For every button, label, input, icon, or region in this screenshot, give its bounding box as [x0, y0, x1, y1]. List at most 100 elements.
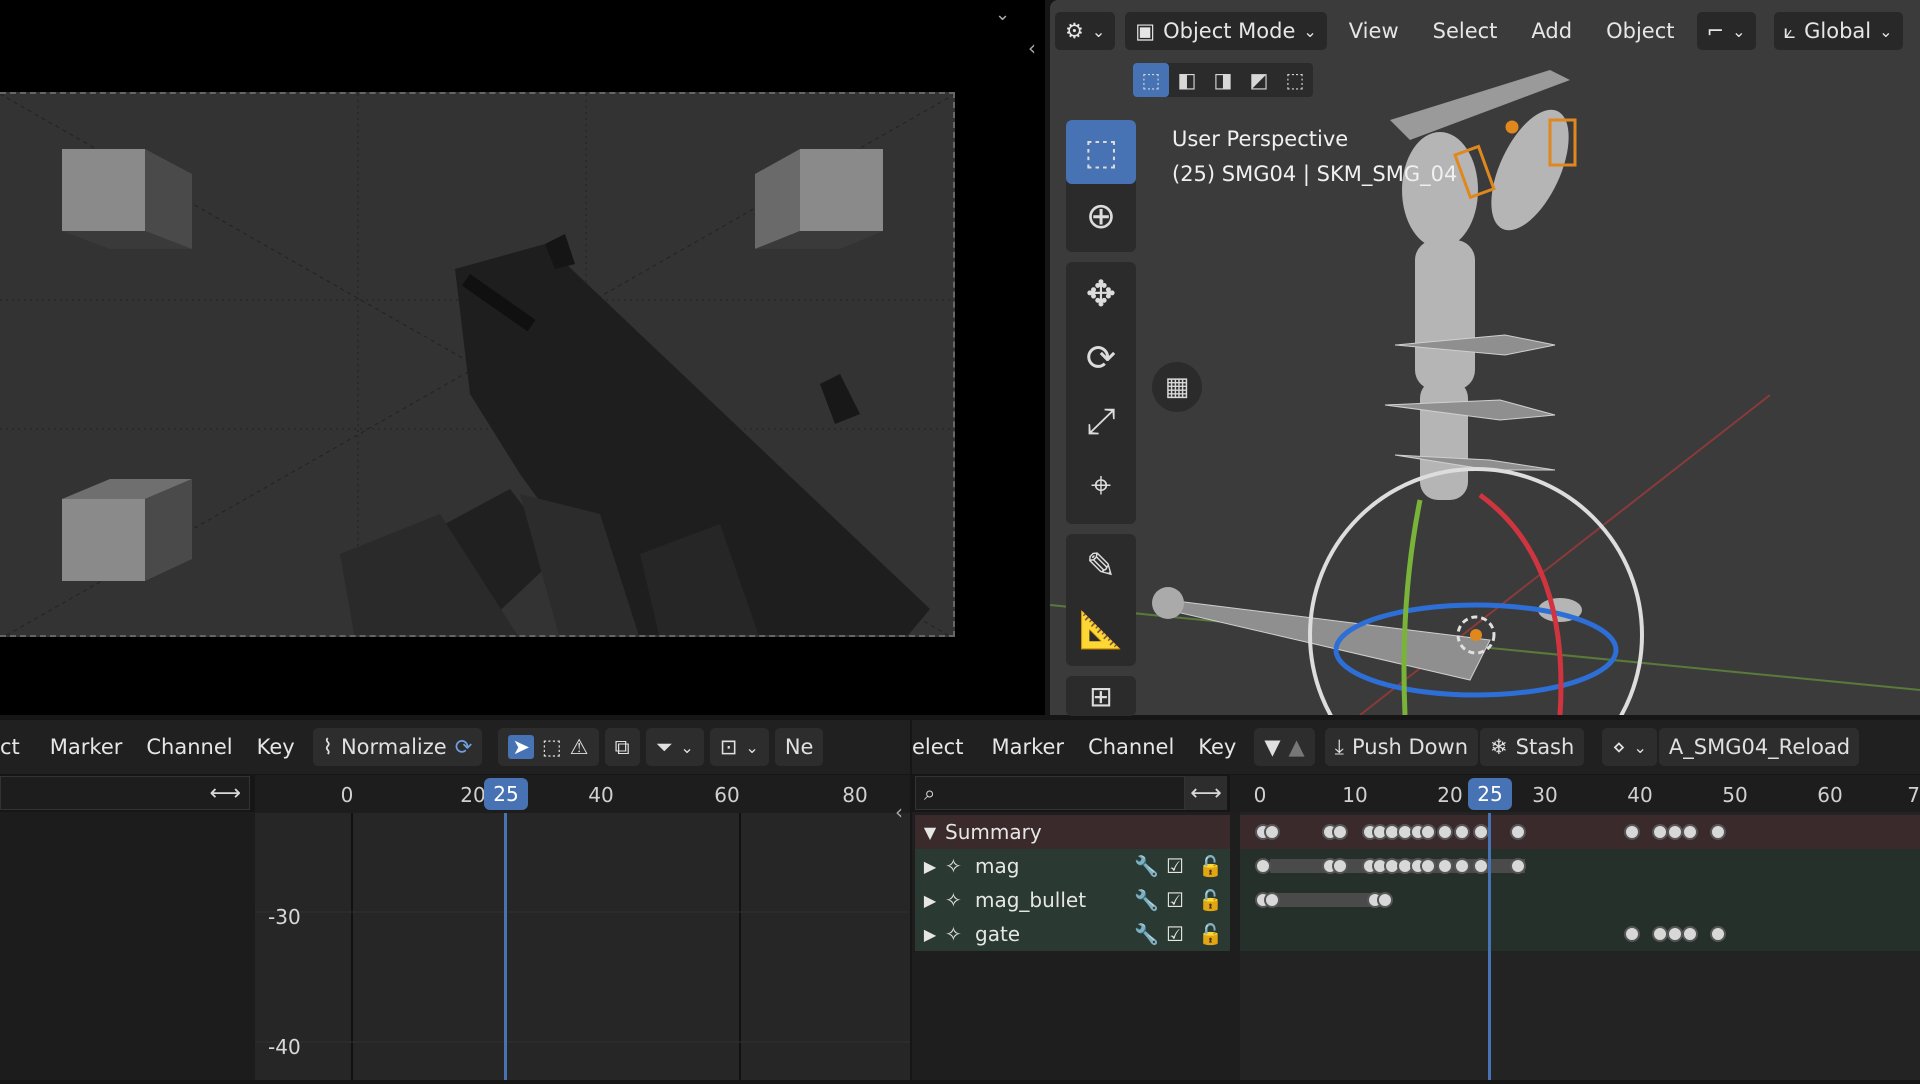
- keyframe[interactable]: [1667, 926, 1683, 942]
- keyframe[interactable]: [1332, 824, 1348, 840]
- keyframe[interactable]: [1264, 892, 1280, 908]
- menu-key[interactable]: Key: [1186, 735, 1248, 759]
- select-box-icon[interactable]: ⬚: [1066, 120, 1136, 184]
- keyframe[interactable]: [1264, 824, 1280, 840]
- object-mode-dropdown[interactable]: ▣ Object Mode ⌄: [1125, 12, 1327, 50]
- expand-right-icon[interactable]: ▶: [915, 925, 945, 944]
- rotate-gizmo[interactable]: [1308, 467, 1644, 715]
- keyframe[interactable]: [1377, 892, 1393, 908]
- current-frame-badge[interactable]: 25: [1468, 778, 1512, 810]
- channel-enabled-checkbox[interactable]: ☑: [1166, 922, 1198, 946]
- menu-add[interactable]: Add: [1519, 19, 1584, 43]
- measure-icon[interactable]: 📐: [1066, 598, 1136, 662]
- unlock-icon[interactable]: 🔓: [1198, 922, 1230, 946]
- dopesheet-playhead[interactable]: [1488, 813, 1491, 1080]
- keyframe[interactable]: [1454, 858, 1470, 874]
- menu-marker[interactable]: Marker: [32, 735, 135, 759]
- collapse-arrow-icon[interactable]: ⌄: [995, 4, 1010, 25]
- keyframe[interactable]: [1332, 858, 1348, 874]
- keyframe[interactable]: [1437, 858, 1453, 874]
- collapse-left-icon[interactable]: ‹: [895, 800, 903, 824]
- expand-right-icon[interactable]: ▶: [915, 891, 945, 910]
- graph-frame-ruler[interactable]: 0 20 40 60 80 25: [255, 775, 910, 813]
- move-icon[interactable]: ✥: [1066, 262, 1136, 326]
- channel-gate[interactable]: ▶ ✧ gate 🔧 ☑ 🔓: [915, 917, 1230, 951]
- keyframe[interactable]: [1473, 824, 1489, 840]
- channel-enabled-checkbox[interactable]: ☑: [1166, 854, 1198, 878]
- action-browse-dropdown[interactable]: ⋄ ⌄: [1602, 728, 1657, 766]
- rotate-icon[interactable]: ⟳: [1066, 326, 1136, 390]
- menu-channel[interactable]: Channel: [1076, 735, 1186, 759]
- cursor-tool-icon[interactable]: ⊕: [1066, 184, 1136, 248]
- layer-up-icon[interactable]: ▲: [1289, 735, 1305, 759]
- keyframe[interactable]: [1667, 824, 1683, 840]
- pivot-dropdown[interactable]: ⊡ ⌄: [709, 728, 769, 766]
- unlock-icon[interactable]: 🔓: [1198, 888, 1230, 912]
- keyframe[interactable]: [1624, 926, 1640, 942]
- action-name-field[interactable]: A_SMG04_Reload: [1658, 728, 1859, 766]
- box-select-icon[interactable]: ⬚: [542, 735, 562, 759]
- keyframe[interactable]: [1652, 926, 1668, 942]
- stash-button[interactable]: ❄ Stash: [1480, 728, 1585, 766]
- expand-right-icon[interactable]: ▶: [915, 857, 945, 876]
- dopesheet-search-input[interactable]: ⌕: [915, 776, 1185, 810]
- refresh-icon[interactable]: ⟳: [455, 735, 473, 759]
- transform-orientation-dropdown[interactable]: ⟀ Global ⌄: [1773, 12, 1903, 50]
- keyframe[interactable]: [1510, 824, 1526, 840]
- scale-icon[interactable]: ⤢: [1066, 390, 1136, 454]
- select-intersect-icon[interactable]: ⬚: [1277, 63, 1313, 97]
- normalize-cut-button[interactable]: Ne: [774, 728, 824, 766]
- graph-area[interactable]: [255, 812, 910, 1080]
- channel-mag[interactable]: ▶ ✧ mag 🔧 ☑ 🔓: [915, 849, 1230, 883]
- keyframe[interactable]: [1454, 824, 1470, 840]
- swap-arrows-icon[interactable]: ⟷: [1185, 776, 1227, 810]
- warning-icon[interactable]: ⚠: [570, 735, 589, 759]
- unlock-icon[interactable]: 🔓: [1198, 854, 1230, 878]
- transform-icon[interactable]: ⌖: [1066, 454, 1136, 518]
- swap-arrows-icon[interactable]: ⟷: [209, 781, 241, 806]
- keyframe[interactable]: [1510, 858, 1526, 874]
- keyframe[interactable]: [1682, 926, 1698, 942]
- editor-type-button[interactable]: ⚙ ⌄: [1055, 12, 1116, 50]
- menu-select-truncated[interactable]: ct: [0, 735, 32, 759]
- keyframe[interactable]: [1710, 926, 1726, 942]
- channel-enabled-checkbox[interactable]: ☑: [1166, 888, 1198, 912]
- viewport-gizmo-toggle-icon[interactable]: ▦: [1152, 362, 1202, 412]
- pose-options-dropdown[interactable]: ⌐ ⌄: [1696, 12, 1756, 50]
- layer-down-icon[interactable]: ▼: [1264, 735, 1280, 759]
- keyframe[interactable]: [1420, 858, 1436, 874]
- menu-select[interactable]: Select: [1421, 19, 1510, 43]
- modifier-wrench-icon[interactable]: 🔧: [1134, 854, 1166, 878]
- push-down-button[interactable]: ⤓ Push Down: [1324, 728, 1479, 766]
- menu-key[interactable]: Key: [245, 735, 307, 759]
- filter-dropdown[interactable]: ⏷ ⌄: [645, 728, 704, 766]
- menu-object[interactable]: Object: [1594, 19, 1686, 43]
- menu-view[interactable]: View: [1337, 19, 1411, 43]
- expand-down-icon[interactable]: ▼: [915, 823, 945, 842]
- dopesheet-frame-ruler[interactable]: 0 10 20 30 40 50 60 70 25: [1230, 775, 1920, 813]
- graph-channel-search[interactable]: ⟷: [0, 776, 250, 810]
- keyframe[interactable]: [1420, 824, 1436, 840]
- keyframe[interactable]: [1473, 858, 1489, 874]
- select-subtract-icon[interactable]: ◨: [1205, 63, 1241, 97]
- modifier-wrench-icon[interactable]: 🔧: [1134, 888, 1166, 912]
- menu-channel[interactable]: Channel: [134, 735, 244, 759]
- menu-select-truncated[interactable]: elect: [912, 735, 975, 759]
- normalize-toggle[interactable]: ⌇ Normalize ⟳: [312, 728, 483, 766]
- annotate-icon[interactable]: ✎: [1066, 534, 1136, 598]
- menu-marker[interactable]: Marker: [975, 735, 1076, 759]
- channel-summary[interactable]: ▼ Summary: [915, 815, 1230, 849]
- current-frame-badge[interactable]: 25: [484, 778, 528, 810]
- collapse-left-icon[interactable]: ‹: [1028, 36, 1036, 60]
- 3d-viewport[interactable]: [1050, 0, 1920, 715]
- select-extend-icon[interactable]: ◧: [1169, 63, 1205, 97]
- graph-playhead[interactable]: [504, 813, 507, 1080]
- keyframe[interactable]: [1652, 824, 1668, 840]
- select-arrow-icon[interactable]: ➤: [508, 735, 534, 759]
- keyframe[interactable]: [1710, 824, 1726, 840]
- select-invert-icon[interactable]: ◩: [1241, 63, 1277, 97]
- keyframe[interactable]: [1255, 858, 1271, 874]
- select-new-icon[interactable]: ⬚: [1133, 63, 1169, 97]
- channel-mag-bullet[interactable]: ▶ ✧ mag_bullet 🔧 ☑ 🔓: [915, 883, 1230, 917]
- keyframe[interactable]: [1437, 824, 1453, 840]
